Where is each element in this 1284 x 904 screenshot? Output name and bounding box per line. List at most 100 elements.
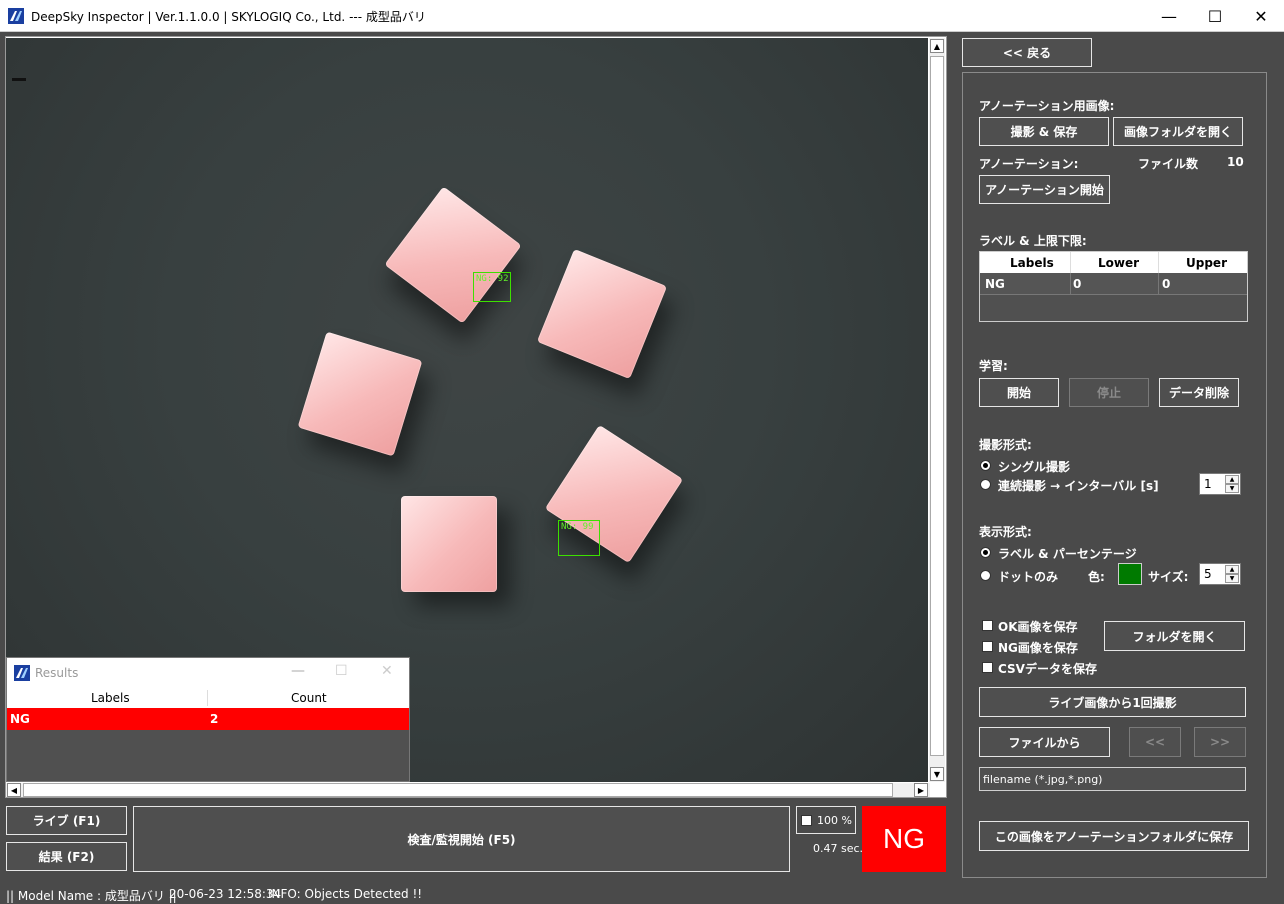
part-block xyxy=(401,496,497,592)
save-ng-label: NG画像を保存 xyxy=(998,641,1078,655)
save-csv-checkbox[interactable] xyxy=(982,662,993,673)
annotation-image-label: アノーテーション用画像: xyxy=(979,99,1115,113)
label-percentage-radio[interactable] xyxy=(980,547,991,558)
results-window: Results — ☐ ✕ Labels Count NG 2 xyxy=(6,657,410,782)
close-icon[interactable]: ✕ xyxy=(381,663,393,679)
from-file-button[interactable]: ファイルから xyxy=(979,727,1110,757)
learning-label: 学習: xyxy=(979,359,1008,373)
vertical-scrollbar[interactable]: ▲ ▼ xyxy=(929,38,945,782)
label-limits-table[interactable]: Labels Lower Upper NG 0 0 xyxy=(979,251,1248,322)
scroll-thumb[interactable] xyxy=(23,783,893,797)
maximize-button[interactable]: ☐ xyxy=(1192,0,1238,32)
scroll-down-icon[interactable]: ▼ xyxy=(930,767,944,781)
save-ok-label: OK画像を保存 xyxy=(998,620,1078,634)
dust-speck xyxy=(12,78,26,81)
stepper-up-icon[interactable]: ▲ xyxy=(1225,565,1239,574)
minimize-icon[interactable]: — xyxy=(291,663,305,679)
start-learning-button[interactable]: 開始 xyxy=(979,378,1059,407)
detection-label: NG: 92 xyxy=(476,274,509,284)
scroll-right-icon[interactable]: ▶ xyxy=(914,783,928,797)
continuous-capture-radio[interactable] xyxy=(980,479,991,490)
save-to-annotation-folder-button[interactable]: この画像をアノーテーションフォルダに保存 xyxy=(979,821,1249,851)
size-label: サイズ: xyxy=(1148,570,1189,584)
continuous-capture-label: 連続撮影 → インターバル [s] xyxy=(998,479,1159,493)
row-label: NG xyxy=(985,277,1005,291)
horizontal-scrollbar[interactable]: ◀ ▶ xyxy=(6,783,930,797)
result-count: 2 xyxy=(210,712,219,726)
detection-label: NG: 99 xyxy=(561,522,594,532)
open-image-folder-button[interactable]: 画像フォルダを開く xyxy=(1113,117,1243,146)
file-count-label: ファイル数 xyxy=(1138,157,1199,171)
status-bar: || Model Name : 成型品バリ || 20-06-23 12:58:… xyxy=(0,882,1284,904)
stepper-down-icon[interactable]: ▼ xyxy=(1225,574,1239,583)
capture-save-button[interactable]: 撮影 & 保存 xyxy=(979,117,1109,146)
results-header: Labels Count xyxy=(7,688,409,708)
dot-color-swatch[interactable] xyxy=(1118,563,1142,585)
next-image-button[interactable]: >> xyxy=(1194,727,1246,757)
model-name: || Model Name : 成型品バリ || xyxy=(6,889,177,903)
result-button[interactable]: 結果 (F2) xyxy=(6,842,127,871)
results-title: Results xyxy=(35,666,79,680)
scroll-up-icon[interactable]: ▲ xyxy=(930,39,944,53)
save-ok-checkbox[interactable] xyxy=(982,620,993,631)
live-button[interactable]: ライブ (F1) xyxy=(6,806,127,835)
zoom-label: 100 % xyxy=(817,814,852,827)
part-block xyxy=(536,248,668,380)
save-ng-checkbox[interactable] xyxy=(982,641,993,652)
elapsed-time: 0.47 sec. xyxy=(813,842,864,855)
display-mode-label: 表示形式: xyxy=(979,525,1032,539)
row-lower[interactable]: 0 xyxy=(1073,277,1081,291)
close-button[interactable]: ✕ xyxy=(1238,0,1284,32)
stop-learning-button[interactable]: 停止 xyxy=(1069,378,1149,407)
minimize-button[interactable]: — xyxy=(1146,0,1192,32)
part-block xyxy=(384,186,522,324)
table-row[interactable]: NG 0 0 xyxy=(980,273,1247,295)
scroll-left-icon[interactable]: ◀ xyxy=(7,783,21,797)
part-block xyxy=(297,331,423,457)
single-capture-radio[interactable] xyxy=(980,460,991,471)
color-label: 色: xyxy=(1088,570,1105,584)
annotation-label: アノーテーション: xyxy=(979,157,1079,171)
dot-only-radio[interactable] xyxy=(980,570,991,581)
maximize-icon[interactable]: ☐ xyxy=(335,663,348,679)
filename-field[interactable]: filename (*.jpg,*.png) xyxy=(979,767,1246,791)
app-logo-icon xyxy=(14,665,30,681)
delete-data-button[interactable]: データ削除 xyxy=(1159,378,1239,407)
back-button[interactable]: << 戻る xyxy=(962,38,1092,67)
column-header: Labels xyxy=(1010,256,1054,270)
table-header: Labels Lower Upper xyxy=(980,252,1247,273)
column-header: Lower xyxy=(1098,256,1140,270)
status-badge: NG xyxy=(862,806,946,872)
size-stepper[interactable]: 5 ▲ ▼ xyxy=(1199,563,1241,585)
table-row[interactable]: NG 2 xyxy=(7,708,409,730)
label-limits-label: ラベル & 上限下限: xyxy=(979,234,1087,248)
result-label: NG xyxy=(10,712,30,726)
prev-image-button[interactable]: << xyxy=(1129,727,1181,757)
status-timestamp: 20-06-23 12:58:34 xyxy=(169,887,282,901)
results-title-bar: Results — ☐ ✕ xyxy=(7,658,409,688)
open-folder-button[interactable]: フォルダを開く xyxy=(1104,621,1245,651)
stepper-up-icon[interactable]: ▲ xyxy=(1225,475,1239,484)
column-header: Count xyxy=(291,691,327,705)
start-annotation-button[interactable]: アノーテーション開始 xyxy=(979,175,1110,204)
zoom-toggle[interactable]: 100 % xyxy=(796,806,856,834)
dot-only-label: ドットのみ xyxy=(998,570,1059,584)
app-logo-icon xyxy=(8,8,24,24)
file-count: 10 xyxy=(1227,155,1244,169)
title-bar: DeepSky Inspector | Ver.1.1.0.0 | SKYLOG… xyxy=(0,0,1284,32)
label-percentage-label: ラベル & パーセンテージ xyxy=(998,547,1137,561)
stepper-down-icon[interactable]: ▼ xyxy=(1225,484,1239,493)
save-csv-label: CSVデータを保存 xyxy=(998,662,1097,676)
column-header: Labels xyxy=(91,691,130,705)
interval-stepper[interactable]: 1 ▲ ▼ xyxy=(1199,473,1241,495)
column-header: Upper xyxy=(1186,256,1227,270)
size-value: 5 xyxy=(1204,567,1212,581)
capture-once-button[interactable]: ライブ画像から1回撮影 xyxy=(979,687,1246,717)
single-capture-label: シングル撮影 xyxy=(998,460,1071,474)
row-upper[interactable]: 0 xyxy=(1162,277,1170,291)
capture-mode-label: 撮影形式: xyxy=(979,438,1032,452)
inspect-start-button[interactable]: 検査/監視開始 (F5) xyxy=(133,806,790,872)
status-info: INFO: Objects Detected !! xyxy=(268,887,423,901)
zoom-checkbox[interactable] xyxy=(801,815,812,826)
scroll-thumb[interactable] xyxy=(930,56,944,756)
